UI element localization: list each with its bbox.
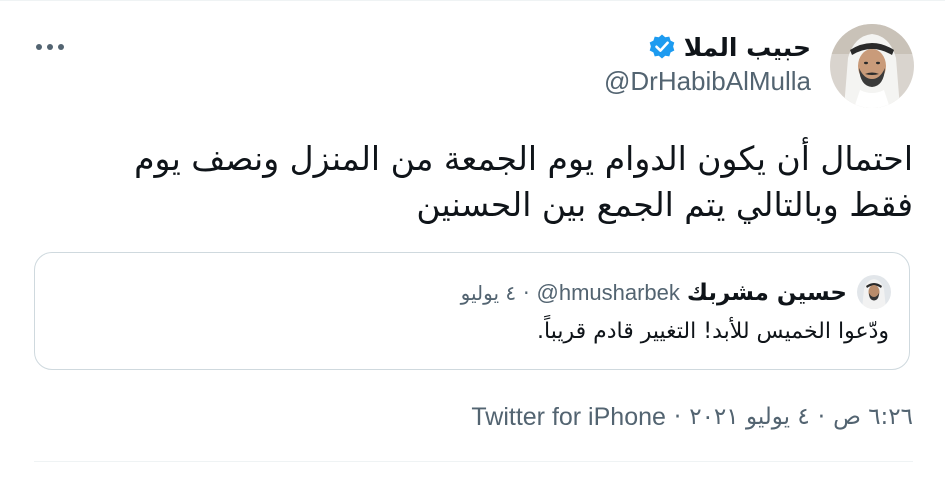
- tweet-date[interactable]: ٤ يوليو ٢٠٢١: [689, 404, 810, 430]
- top-border: [0, 0, 945, 1]
- more-horizontal-icon: [36, 44, 64, 50]
- tweet-source-link[interactable]: Twitter for iPhone: [471, 403, 666, 432]
- quoted-tweet-text: ودّعوا الخميس للأبد! التغيير قادم قريباً…: [537, 319, 889, 344]
- more-options-button[interactable]: [30, 30, 70, 64]
- tweet-text: احتمال أن يكون الدوام يوم الجمعة من المن…: [134, 139, 913, 224]
- quoted-separator: ·: [523, 281, 530, 305]
- tweet-time[interactable]: ٦:٢٦ ص: [833, 404, 913, 430]
- user-avatar-photo: [830, 24, 914, 108]
- author-handle[interactable]: @DrHabibAlMulla: [604, 66, 811, 97]
- tweet-card: حبيب الملا @DrHabibAlMulla احتمال أن يكو…: [0, 0, 945, 483]
- quoted-author-avatar[interactable]: [857, 275, 891, 309]
- author-name-row: حبيب الملا: [648, 30, 811, 64]
- quoted-tweet-header: حسين مشربك @hmusharbek · ٤ يوليو: [461, 277, 847, 309]
- tweet-metadata: ٦:٢٦ ص · ٤ يوليو ٢٠٢١ · Twitter for iPho…: [471, 400, 913, 434]
- quoted-tweet-card[interactable]: حسين مشربك @hmusharbek · ٤ يوليو ودّعوا …: [34, 252, 910, 370]
- quoted-author-name: حسين مشربك: [686, 280, 847, 306]
- verified-badge-icon: [649, 34, 675, 59]
- meta-separator: ·: [673, 404, 682, 430]
- meta-separator: ·: [817, 404, 826, 430]
- divider: [34, 461, 913, 462]
- author-avatar[interactable]: [830, 24, 914, 108]
- quoted-user-avatar-photo: [857, 275, 891, 309]
- quoted-author-handle: @hmusharbek: [536, 280, 680, 305]
- quoted-tweet-date: ٤ يوليو: [460, 281, 517, 305]
- author-name[interactable]: حبيب الملا: [684, 33, 811, 62]
